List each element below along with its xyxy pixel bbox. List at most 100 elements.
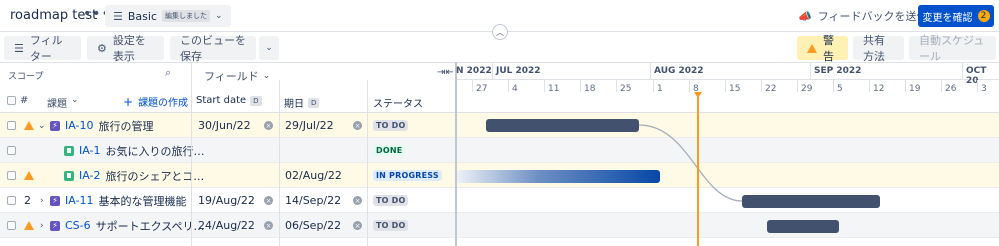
review-label: 変更を確認 bbox=[922, 12, 973, 24]
status-badge: TO DO bbox=[373, 120, 409, 131]
auto-schedule-button[interactable]: 自動スケジュール bbox=[909, 34, 996, 63]
sliders-icon: ⚙ bbox=[97, 41, 107, 55]
feedback-label: フィードバックを送信 bbox=[817, 10, 928, 23]
table-row[interactable]: › ⚡ CS-6 サポートエクスペリ… 24/Aug/22 × 06/Sep/2… bbox=[0, 213, 999, 238]
start-date-cell[interactable]: 30/Jun/22 bbox=[198, 113, 251, 138]
save-view-label: このビューを保存 bbox=[180, 34, 246, 63]
status-cell[interactable]: TO DO bbox=[373, 113, 409, 138]
save-view-button[interactable]: このビューを保存 bbox=[170, 34, 256, 63]
clear-icon[interactable]: × bbox=[264, 196, 273, 205]
issue-cell[interactable]: ⚡ IA-10 旅行の管理 bbox=[50, 113, 154, 138]
display-settings-button[interactable]: ⚙ 設定を表示 bbox=[87, 34, 164, 63]
column-issue-header[interactable]: 課題 ⌄ bbox=[47, 95, 79, 110]
row-checkbox[interactable] bbox=[7, 171, 16, 180]
chevron-down-icon: ⌄ bbox=[265, 43, 273, 53]
status-cell[interactable]: IN PROGRESS bbox=[373, 163, 442, 188]
warnings-button[interactable]: 警告 bbox=[797, 34, 848, 63]
due-date-cell[interactable]: 06/Sep/22 bbox=[285, 213, 341, 238]
warning-icon bbox=[24, 221, 34, 230]
day-tick bbox=[761, 80, 762, 92]
expand-chevron-icon[interactable]: › bbox=[40, 213, 44, 238]
due-date-cell[interactable]: 02/Aug/22 bbox=[285, 163, 342, 188]
due-date-divider bbox=[367, 113, 368, 246]
issue-cell[interactable]: IA-2 旅行のシェアとコ… bbox=[64, 163, 204, 188]
day-tick bbox=[544, 80, 545, 92]
issue-cell[interactable]: ⚡ IA-11 基本的な管理機能 bbox=[50, 188, 187, 213]
search-icon[interactable]: ⌕ bbox=[165, 66, 171, 80]
warning-cell bbox=[24, 213, 34, 238]
row-checkbox[interactable] bbox=[7, 146, 16, 155]
save-view-dropdown[interactable]: ⌄ bbox=[259, 36, 279, 60]
timeline-day: 22 bbox=[765, 84, 777, 94]
status-cell[interactable]: TO DO bbox=[373, 213, 409, 238]
create-issue-label: 課題の作成 bbox=[138, 98, 189, 109]
day-tick bbox=[508, 80, 509, 92]
table-row[interactable]: IA-1 お気に入りの旅行… DONE bbox=[0, 138, 999, 163]
day-tick bbox=[977, 80, 978, 92]
clear-icon[interactable]: × bbox=[264, 221, 273, 230]
timeline-bar-IA-10[interactable] bbox=[486, 119, 639, 132]
column-due-date-header[interactable]: 期日 D bbox=[284, 95, 320, 110]
issue-key[interactable]: IA-1 bbox=[79, 144, 101, 157]
roadmap-icon: ☰ bbox=[113, 9, 123, 23]
issue-key[interactable]: CS-6 bbox=[65, 219, 91, 232]
timeline-day: 19 bbox=[909, 84, 921, 94]
timeline-month: N 2022 bbox=[456, 66, 492, 76]
due-date-label: 期日 bbox=[284, 99, 304, 110]
clear-icon[interactable]: × bbox=[353, 221, 362, 230]
due-date-cell[interactable]: 29/Jul/22 bbox=[285, 113, 334, 138]
create-issue-button[interactable]: + 課題の作成 bbox=[123, 94, 189, 110]
timeline-day: 26 bbox=[945, 84, 957, 94]
status-cell[interactable]: DONE bbox=[373, 138, 406, 163]
row-checkbox[interactable] bbox=[7, 221, 16, 230]
collapse-fields-icon[interactable]: ⇥⇤ bbox=[437, 67, 454, 78]
issue-cell[interactable]: IA-1 お気に入りの旅行… bbox=[64, 138, 205, 163]
expand-chevron-icon[interactable]: ⌄ bbox=[38, 113, 46, 138]
clear-icon[interactable]: × bbox=[353, 196, 362, 205]
timeline-day: 15 bbox=[729, 84, 741, 94]
column-start-date-header[interactable]: Start date D bbox=[196, 95, 262, 106]
day-tick bbox=[869, 80, 870, 92]
timeline-day: 5 bbox=[837, 84, 843, 94]
due-date-cell[interactable]: 14/Sep/22 bbox=[285, 188, 341, 213]
collapse-header-button[interactable]: ︿ bbox=[492, 24, 508, 40]
clear-icon[interactable]: × bbox=[264, 121, 273, 130]
epic-icon: ⚡ bbox=[50, 120, 60, 131]
column-number-header: # bbox=[20, 95, 29, 106]
fields-dropdown[interactable]: フィールド ⌄ bbox=[204, 68, 270, 84]
row-checkbox[interactable] bbox=[7, 121, 16, 130]
megaphone-icon: 📣 bbox=[798, 9, 812, 23]
issue-key[interactable]: IA-2 bbox=[79, 169, 101, 182]
timeline-day: 4 bbox=[512, 84, 518, 94]
today-marker bbox=[697, 92, 699, 246]
issue-cell[interactable]: ⚡ CS-6 サポートエクスペリ… bbox=[50, 213, 205, 238]
issue-key[interactable]: IA-10 bbox=[65, 119, 94, 132]
start-date-cell[interactable]: 19/Aug/22 bbox=[198, 188, 255, 213]
column-status-header[interactable]: ステータス bbox=[373, 95, 423, 110]
expand-chevron-icon[interactable]: › bbox=[40, 188, 44, 213]
row-checkbox[interactable] bbox=[7, 196, 16, 205]
timeline-day: 27 bbox=[476, 84, 488, 94]
view-name: Basic bbox=[127, 9, 157, 23]
share-button[interactable]: 共有方法 bbox=[853, 34, 904, 63]
status-cell[interactable]: TO DO bbox=[373, 188, 409, 213]
issue-title: 旅行の管理 bbox=[98, 119, 154, 133]
review-changes-button[interactable]: 変更を確認 2 bbox=[918, 5, 994, 27]
feedback-button[interactable]: 📣 フィードバックを送信 bbox=[798, 8, 927, 24]
filter-button[interactable]: ☰ フィルター bbox=[4, 34, 81, 63]
timeline-day: 12 bbox=[873, 84, 885, 94]
day-tick bbox=[580, 80, 581, 92]
select-all-checkbox[interactable] bbox=[7, 96, 16, 105]
clear-icon[interactable]: × bbox=[353, 121, 362, 130]
scope-label: スコープ bbox=[8, 72, 44, 82]
timeline-bar-IA-11[interactable] bbox=[742, 195, 880, 208]
start-date-cell[interactable]: 24/Aug/22 bbox=[198, 213, 255, 238]
issue-key[interactable]: IA-11 bbox=[65, 194, 94, 207]
timeline-month: OCT 20 bbox=[966, 66, 987, 86]
issue-title: 旅行のシェアとコ… bbox=[105, 169, 205, 183]
timeline-bar-IA-2[interactable] bbox=[457, 170, 660, 183]
view-selector[interactable]: ☰ Basic 編集しました ⌄ bbox=[105, 5, 231, 27]
filter-label: フィルター bbox=[29, 34, 63, 63]
timeline-bar-CS-6[interactable] bbox=[767, 220, 839, 233]
chevron-down-icon: ⌄ bbox=[262, 71, 271, 81]
